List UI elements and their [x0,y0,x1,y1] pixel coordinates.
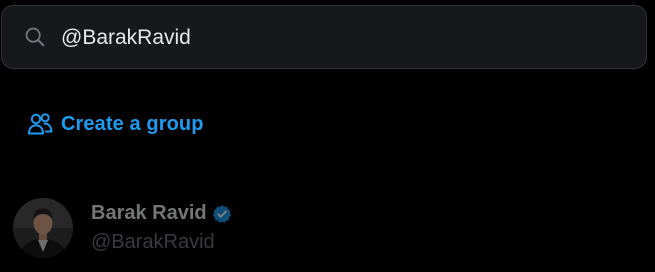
avatar[interactable] [13,198,73,258]
search-result-user[interactable]: Barak Ravid @BarakRavid [0,190,655,272]
user-handle: @BarakRavid [91,231,215,253]
user-display-name: Barak Ravid [91,202,207,224]
create-group-button[interactable]: Create a group [27,108,204,140]
search-icon [25,27,45,47]
avatar-photo [13,198,73,258]
verified-badge-icon [212,204,231,223]
people-icon [27,113,53,135]
search-box[interactable] [1,5,647,69]
search-input[interactable] [61,23,621,53]
create-group-label: Create a group [61,112,204,135]
